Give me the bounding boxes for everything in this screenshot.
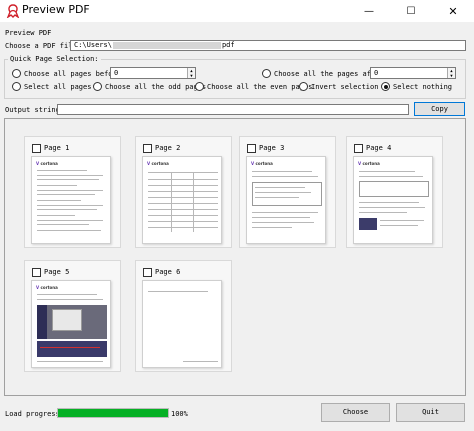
pages-before-label: Choose all pages before — [24, 70, 121, 78]
select-nothing-radio[interactable] — [381, 82, 390, 91]
choose-button[interactable]: Choose — [321, 403, 390, 422]
load-progress-bar — [57, 408, 169, 418]
page-label: Page 2 — [155, 144, 181, 152]
output-string-field[interactable] — [57, 104, 409, 115]
page-thumbnail — [142, 280, 222, 368]
brand-logo-icon: V cortona — [36, 161, 58, 166]
page-label: Page 6 — [155, 268, 181, 276]
quick-selection-title: Quick Page Selection: — [8, 55, 101, 63]
brand-logo-icon: V cortona — [251, 161, 273, 166]
page-card[interactable]: Page 4 V cortona — [346, 136, 443, 248]
page-checkbox[interactable] — [143, 144, 152, 153]
page-thumbnail: V cortona — [353, 156, 433, 244]
quit-button[interactable]: Quit — [396, 403, 465, 422]
pages-before-radio[interactable] — [12, 69, 21, 78]
page-checkbox[interactable] — [247, 144, 256, 153]
brand-logo-icon: V cortona — [147, 161, 169, 166]
quick-selection-group — [4, 59, 466, 99]
title-bar: Preview PDF — ☐ ✕ — [0, 0, 474, 22]
page-label: Page 4 — [366, 144, 392, 152]
page-label: Page 1 — [44, 144, 70, 152]
page-preview-area: Page 1 V cortona Page 2 V cortona Page 3… — [4, 118, 466, 396]
pages-after-value: 0 — [374, 69, 379, 77]
close-button[interactable]: ✕ — [432, 0, 474, 22]
file-path-suffix: pdf — [221, 41, 235, 49]
page-card[interactable]: Page 1 V cortona — [24, 136, 121, 248]
select-all-radio[interactable] — [12, 82, 21, 91]
page-thumbnail: V cortona — [142, 156, 222, 244]
select-all-label: Select all pages — [24, 83, 92, 91]
spin-arrows-icon[interactable]: ▲ ▼ — [187, 68, 195, 78]
load-progress-label: Load progress: — [5, 410, 65, 418]
page-card[interactable]: Page 5 V cortona — [24, 260, 121, 372]
window-client: Preview PDF Choose a PDF file: C:\Users\… — [0, 22, 474, 431]
even-pages-radio[interactable] — [195, 82, 204, 91]
select-nothing-label: Select nothing — [393, 83, 453, 91]
page-label: Page 3 — [259, 144, 285, 152]
output-label: Output string: — [5, 106, 65, 114]
pages-before-value: 0 — [114, 69, 119, 77]
pages-before-spinbox[interactable]: 0 ▲ ▼ — [110, 67, 196, 79]
header-label: Preview PDF — [5, 29, 52, 37]
page-thumbnail: V cortona — [31, 156, 111, 244]
pages-after-label: Choose all the pages after — [274, 70, 384, 78]
spin-arrows-icon[interactable]: ▲ ▼ — [447, 68, 455, 78]
page-checkbox[interactable] — [354, 144, 363, 153]
page-card[interactable]: Page 2 V cortona — [135, 136, 232, 248]
copy-button[interactable]: Copy — [414, 102, 465, 116]
odd-pages-radio[interactable] — [93, 82, 102, 91]
page-thumbnail: V cortona — [31, 280, 111, 368]
pages-after-radio[interactable] — [262, 69, 271, 78]
window-title: Preview PDF — [22, 3, 90, 16]
pages-after-spinbox[interactable]: 0 ▲ ▼ — [370, 67, 456, 79]
brand-logo-icon: V cortona — [358, 161, 380, 166]
even-pages-label: Choose all the even pages — [207, 83, 313, 91]
invert-selection-radio[interactable] — [299, 82, 308, 91]
pdf-app-icon — [6, 4, 20, 18]
maximize-button[interactable]: ☐ — [390, 0, 432, 22]
load-progress-value: 100% — [171, 410, 188, 418]
minimize-button[interactable]: — — [348, 0, 390, 22]
brand-logo-icon: V cortona — [36, 285, 58, 290]
page-card[interactable]: Page 6 — [135, 260, 232, 372]
page-thumbnail: V cortona — [246, 156, 326, 244]
page-card[interactable]: Page 3 V cortona — [239, 136, 336, 248]
page-checkbox[interactable] — [143, 268, 152, 277]
page-checkbox[interactable] — [32, 144, 41, 153]
invert-selection-label: Invert selection — [311, 83, 379, 91]
file-path-field[interactable]: C:\Users\ pdf — [70, 40, 466, 51]
page-checkbox[interactable] — [32, 268, 41, 277]
redacted-path-segment — [112, 41, 221, 49]
odd-pages-label: Choose all the odd pages — [105, 83, 207, 91]
file-path-prefix: C:\Users\ — [74, 41, 112, 49]
page-label: Page 5 — [44, 268, 70, 276]
